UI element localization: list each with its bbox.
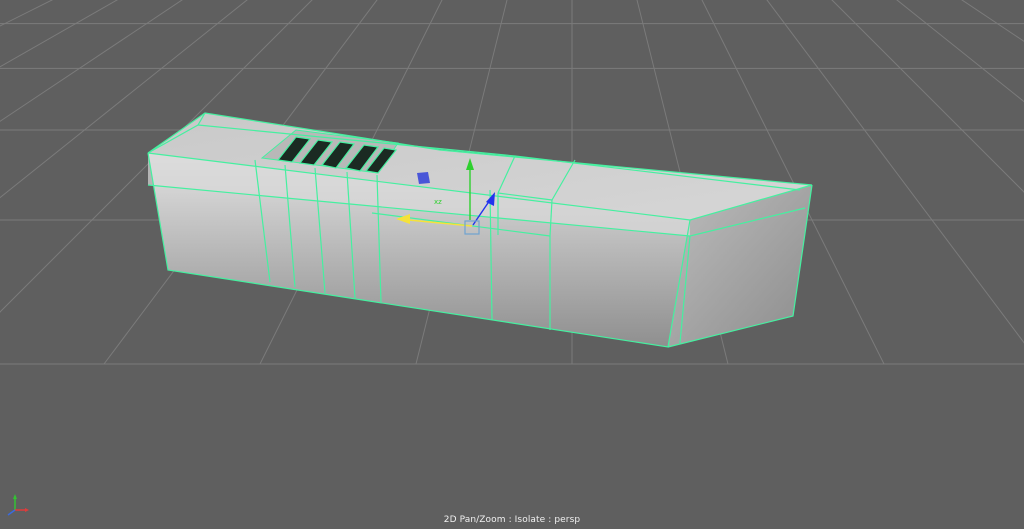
scene-canvas[interactable]: xz [0, 0, 1024, 529]
perspective-viewport[interactable]: xz 2D Pan/Zoom : Isolate : persp [0, 0, 1024, 529]
xyz-axis-icon [7, 494, 29, 516]
grid-line [780, 0, 1024, 364]
grid-line [972, 0, 1024, 364]
grid-line [876, 0, 1024, 364]
grid-line [796, 0, 1024, 364]
grid-line [764, 0, 1024, 364]
move-plane-handle[interactable] [417, 172, 430, 184]
grid-line [0, 0, 172, 364]
mesh-object-selected[interactable]: xz [147, 112, 813, 348]
grid-line [924, 0, 1024, 364]
grid-line [812, 0, 1024, 364]
svg-text:xz: xz [434, 198, 442, 206]
grid-line [940, 0, 1024, 364]
grid-line [828, 0, 1024, 364]
grid-line [844, 0, 1024, 364]
grid-line [892, 0, 1024, 364]
